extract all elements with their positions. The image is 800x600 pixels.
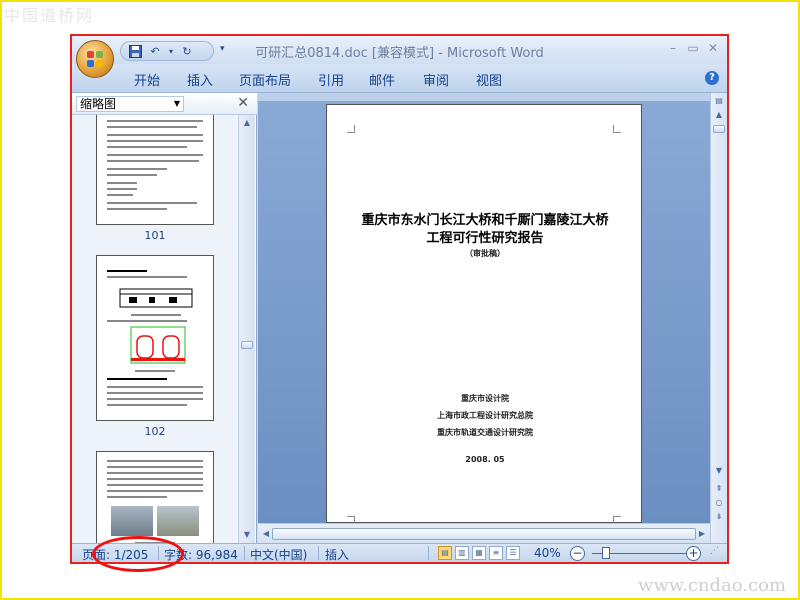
select-browse-object-icon[interactable]: ○ (713, 497, 725, 509)
thumbnail-page-number: 102 (144, 425, 166, 438)
thumbnail-view-select[interactable]: 缩略图 ▼ (76, 96, 184, 112)
thumbnail-view-label: 缩略图 (80, 97, 117, 111)
chevron-down-icon: ▼ (173, 99, 180, 108)
title-bar: 可研汇总0814.doc [兼容模式] - Microsoft Word ↶ ▾… (72, 36, 727, 64)
ruler-strip (258, 93, 710, 101)
close-icon[interactable]: ✕ (705, 40, 721, 56)
zoom-level[interactable]: 40% (534, 546, 561, 560)
insert-mode-status[interactable]: 插入 (325, 546, 349, 562)
horizontal-scroll-thumb[interactable] (272, 528, 696, 540)
thumbnail-pane: 缩略图 ▼ ✕ 101 102 ▲ ▼ (72, 93, 257, 543)
horizontal-scrollbar[interactable]: ◀ ▶ (258, 523, 710, 543)
tab-insert[interactable]: 插入 (187, 70, 213, 89)
redo-icon[interactable]: ↻ (179, 44, 195, 58)
web-layout-icon[interactable]: ▦ (472, 546, 486, 560)
photo-thumbnail (111, 506, 153, 536)
thumbnail-list: 101 102 (72, 115, 237, 543)
scroll-down-icon[interactable]: ▼ (713, 465, 725, 477)
scroll-right-icon[interactable]: ▶ (696, 528, 708, 540)
ribbon-tabs: 开始 插入 页面布局 引用 邮件 审阅 视图 ? (72, 64, 727, 93)
document-org-line3: 重庆市轨道交通设计研究院 (437, 428, 533, 437)
previous-page-icon[interactable]: ⇞ (713, 483, 725, 495)
thumbnail-scrollbar[interactable]: ▲ ▼ (238, 115, 255, 543)
scroll-up-icon[interactable]: ▲ (713, 109, 725, 121)
full-screen-reading-icon[interactable]: ▥ (455, 546, 469, 560)
crop-mark (613, 125, 621, 133)
zoom-in-icon[interactable]: + (686, 546, 701, 561)
watermark-bottom: www.cndao.com (638, 575, 786, 596)
minimize-icon[interactable]: – (665, 40, 681, 56)
zoom-slider-thumb[interactable] (602, 547, 610, 559)
outline-view-icon[interactable]: ≡ (489, 546, 503, 560)
document-scrollbar[interactable]: ▤ ▲ ▼ ⇞ ○ ⇟ (710, 93, 727, 543)
thumbnail-header: 缩略图 ▼ ✕ (72, 93, 257, 115)
document-org-line1: 重庆市设计院 (461, 394, 509, 403)
document-org-line2: 上海市政工程设计研究总院 (437, 411, 533, 420)
print-layout-view-icon[interactable]: ▤ (438, 546, 452, 560)
draft-view-icon[interactable]: ☰ (506, 546, 520, 560)
pier-section-drawing (130, 326, 186, 364)
scroll-up-icon[interactable]: ▲ (241, 117, 253, 129)
language-status[interactable]: 中文(中国) (250, 546, 307, 562)
tab-page-layout[interactable]: 页面布局 (239, 70, 291, 89)
save-icon[interactable] (127, 44, 143, 58)
scroll-down-icon[interactable]: ▼ (241, 529, 253, 541)
tab-mailings[interactable]: 邮件 (369, 70, 395, 89)
quick-access-toolbar: ↶ ▾ ↻ (120, 41, 214, 61)
pane-close-icon[interactable]: ✕ (237, 95, 249, 111)
photo-thumbnail (157, 506, 199, 536)
document-page[interactable]: 重庆市东水门长江大桥和千厮门嘉陵江大桥 工程可行性研究报告 （审批稿） 重庆市设… (326, 104, 642, 524)
resize-grip-icon[interactable]: ⋰ (710, 546, 719, 556)
tab-references[interactable]: 引用 (318, 70, 344, 89)
tab-view[interactable]: 视图 (476, 70, 502, 89)
document-area: 重庆市东水门长江大桥和千厮门嘉陵江大桥 工程可行性研究报告 （审批稿） 重庆市设… (258, 93, 710, 524)
scroll-left-icon[interactable]: ◀ (260, 528, 272, 540)
document-title-line2: 工程可行性研究报告 (426, 231, 544, 246)
watermark-top: 中国道桥网 (4, 6, 95, 25)
thumbnail-scroll-thumb[interactable] (241, 341, 253, 349)
thumbnail-page-103[interactable] (96, 451, 214, 543)
qat-customize-icon[interactable]: ▾ (220, 44, 225, 54)
help-icon[interactable]: ? (705, 71, 719, 85)
word-window: 可研汇总0814.doc [兼容模式] - Microsoft Word ↶ ▾… (70, 34, 729, 564)
undo-dropdown-icon[interactable]: ▾ (167, 44, 175, 58)
thumbnail-page-102[interactable] (96, 255, 214, 421)
office-button[interactable] (76, 40, 114, 78)
thumbnail-page-number: 101 (144, 229, 166, 242)
office-logo-icon (87, 51, 103, 67)
ruler-toggle-icon[interactable]: ▤ (713, 95, 725, 107)
next-page-icon[interactable]: ⇟ (713, 511, 725, 523)
tab-review[interactable]: 审阅 (423, 70, 449, 89)
document-subtitle: （审批稿） (465, 249, 505, 258)
thumbnail-page-101[interactable] (96, 115, 214, 225)
maximize-icon[interactable]: ▭ (685, 40, 701, 56)
bridge-section-drawing (119, 288, 193, 308)
undo-icon[interactable]: ↶ (147, 44, 163, 58)
tab-home[interactable]: 开始 (134, 70, 160, 89)
document-title-line1: 重庆市东水门长江大桥和千厮门嘉陵江大桥 (361, 213, 609, 228)
zoom-out-icon[interactable]: − (570, 546, 585, 561)
crop-mark (347, 125, 355, 133)
document-date: 2008. 05 (465, 455, 505, 464)
highlight-circle (92, 536, 184, 572)
document-scroll-thumb[interactable] (713, 125, 725, 133)
